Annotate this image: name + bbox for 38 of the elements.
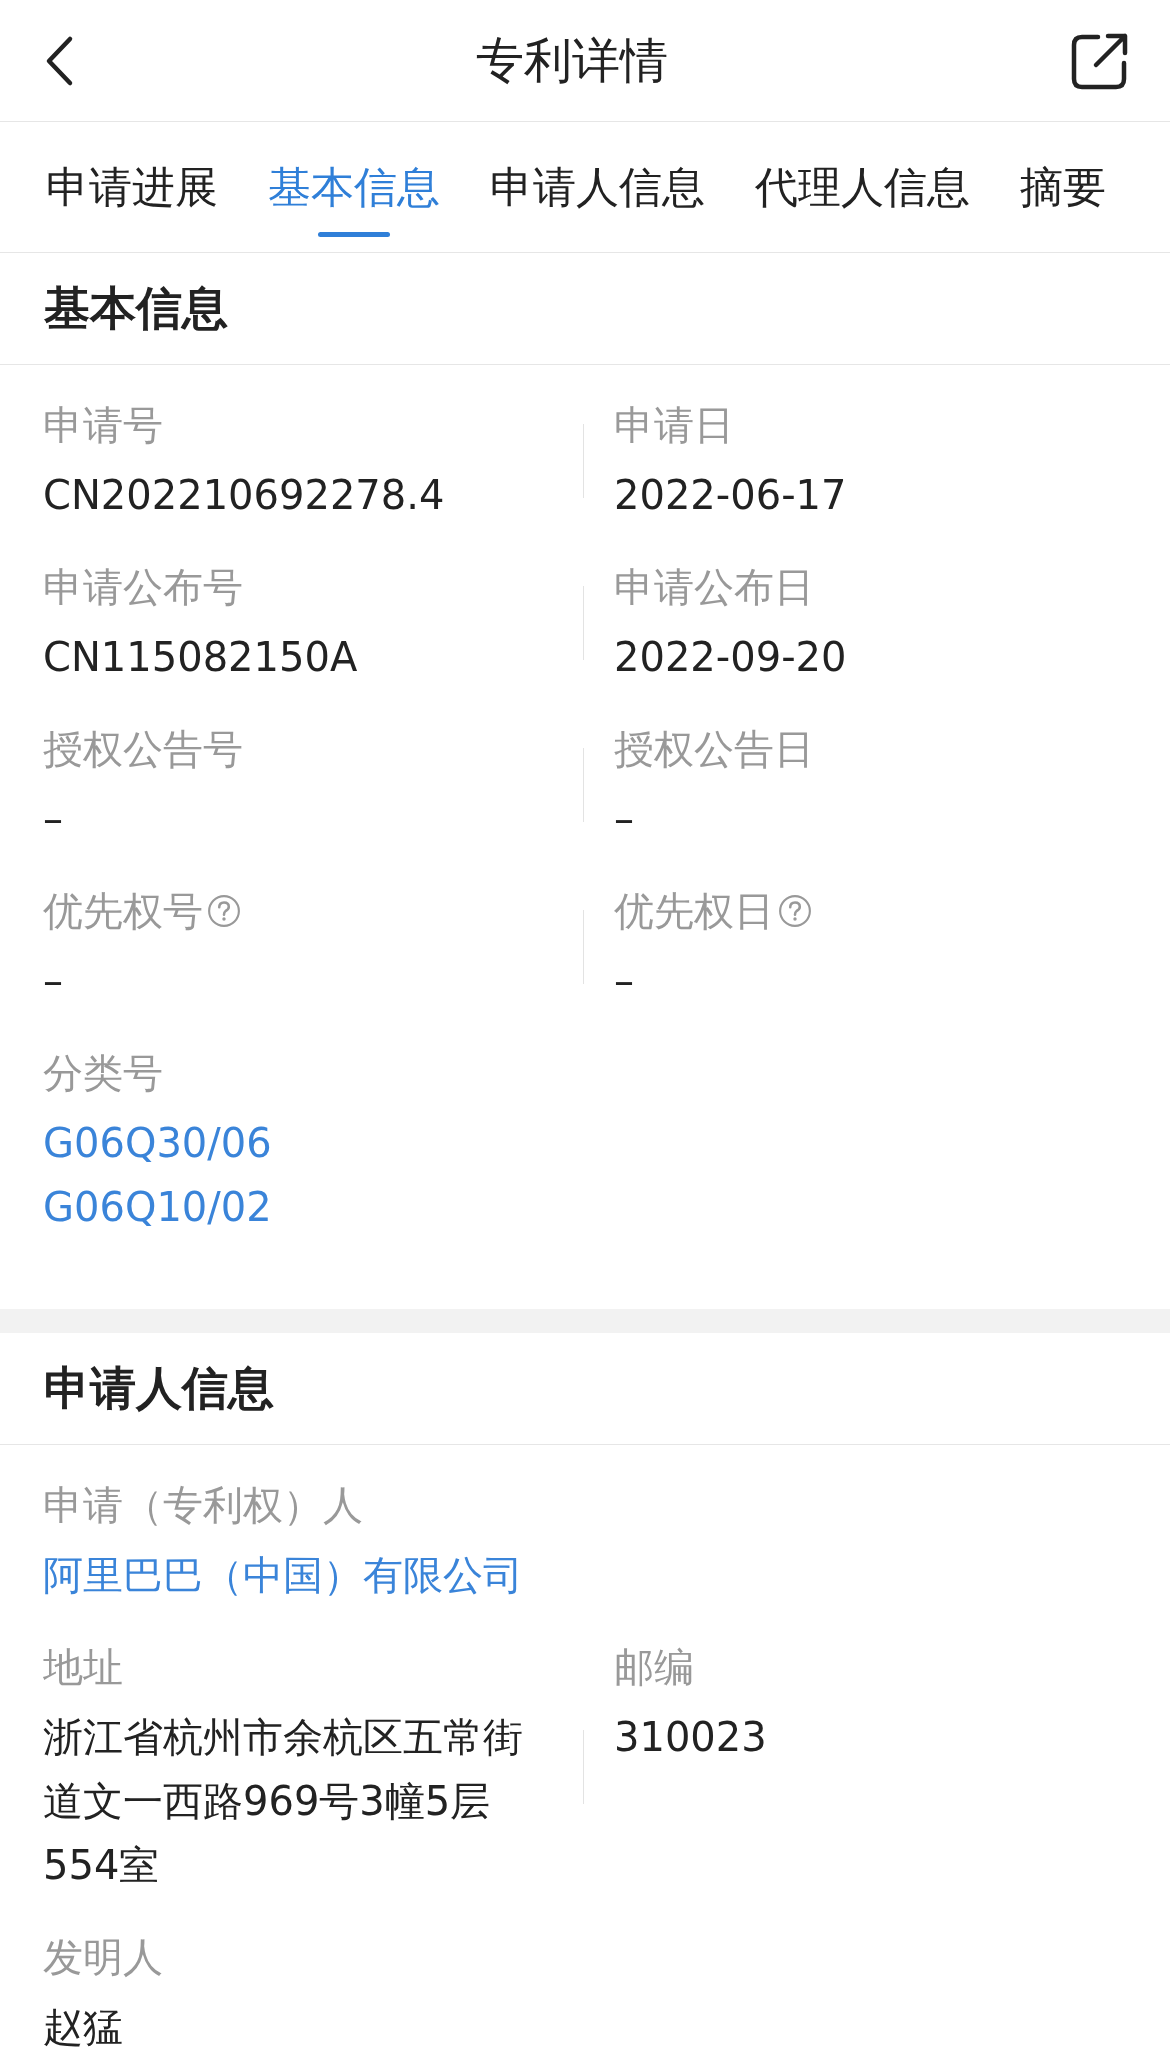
field-label: 优先权日	[614, 887, 774, 936]
field-link[interactable]: G06Q10/02	[43, 1184, 272, 1230]
field-value: 赵猛	[43, 2004, 123, 2050]
field-value: –	[43, 958, 63, 1004]
field-label: 申请公布号	[43, 563, 243, 612]
field-label: 邮编	[614, 1643, 694, 1692]
page-title: 专利详情	[476, 30, 668, 90]
field-link[interactable]: G06Q30/06	[43, 1120, 272, 1166]
field-label: 授权公告日	[614, 725, 814, 774]
field-value: 2022-09-20	[614, 634, 847, 680]
field-label: 申请公布日	[614, 563, 814, 612]
field-value: CN202210692278.4	[43, 472, 445, 518]
field-label: 地址	[43, 1643, 123, 1692]
field-value: –	[614, 796, 634, 842]
field-value: 310023	[614, 1714, 767, 1760]
field-label: 优先权号	[43, 887, 203, 936]
field-value: 浙江省杭州市余杭区五常街道文一西路969号3幢5层554室	[43, 1714, 523, 1888]
field-label: 发明人	[43, 1933, 163, 1982]
help-icon[interactable]	[778, 894, 812, 928]
field-value: 2022-06-17	[614, 472, 847, 518]
field-value: –	[614, 958, 634, 1004]
help-icon[interactable]	[207, 894, 241, 928]
tab[interactable]: 代理人信息	[755, 137, 970, 237]
field-value: CN115082150A	[43, 634, 358, 680]
field-label: 申请日	[614, 401, 734, 450]
field-value: –	[43, 796, 63, 842]
field-label: 申请号	[43, 401, 163, 450]
tab[interactable]: 申请进展	[46, 137, 218, 237]
field-label: 分类号	[43, 1049, 163, 1098]
field-link[interactable]: 阿里巴巴（中国）有限公司	[43, 1552, 523, 1598]
section-title: 基本信息	[44, 279, 228, 337]
back-icon[interactable]	[44, 34, 74, 87]
section-title: 申请人信息	[44, 1359, 274, 1417]
tab[interactable]: 基本信息	[268, 137, 440, 237]
tab[interactable]: 申请人信息	[490, 137, 705, 237]
tab[interactable]: 摘要	[1020, 137, 1106, 237]
field-label: 授权公告号	[43, 725, 243, 774]
field-label: 申请（专利权）人	[43, 1481, 363, 1530]
